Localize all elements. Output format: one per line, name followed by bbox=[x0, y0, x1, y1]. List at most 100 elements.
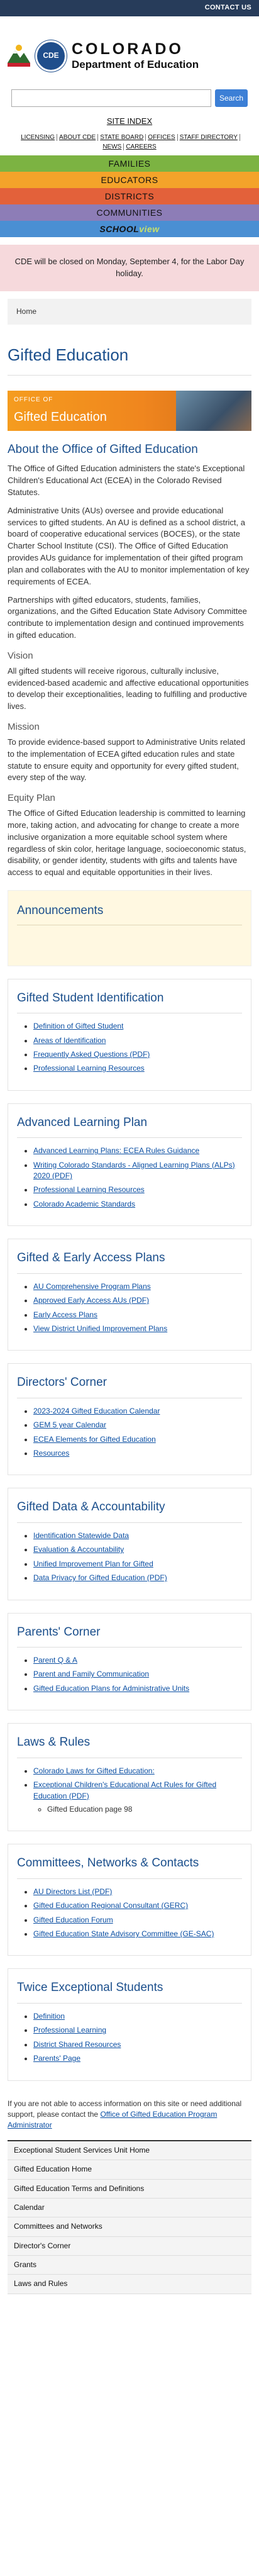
breadcrumb-home[interactable]: Home bbox=[16, 307, 36, 316]
link-resources[interactable]: Resources bbox=[33, 1449, 69, 1458]
office-banner: OFFICE OF Gifted Education bbox=[8, 390, 251, 431]
nav-schoolview[interactable]: SCHOOL view bbox=[0, 220, 259, 237]
link-plans-aus[interactable]: Gifted Education Plans for Administrativ… bbox=[33, 1684, 189, 1693]
closure-alert: CDE will be closed on Monday, September … bbox=[0, 244, 259, 291]
cde-badge-icon: CDE bbox=[35, 40, 67, 72]
utility-link-news[interactable]: NEWS bbox=[101, 143, 124, 150]
link-uip-gifted[interactable]: Unified Improvement Plan for Gifted bbox=[33, 1559, 153, 1568]
vision-heading: Vision bbox=[8, 650, 33, 661]
mission-heading: Mission bbox=[8, 722, 40, 733]
card-alp: Advanced Learning Plan Advanced Learning… bbox=[8, 1103, 251, 1227]
link-early-access-plans[interactable]: Early Access Plans bbox=[33, 1310, 97, 1319]
link-prof-learning[interactable]: Professional Learning Resources bbox=[33, 1185, 145, 1194]
section-nav-item[interactable]: Laws and Rules bbox=[8, 2275, 251, 2294]
logo-text: COLORADO Department of Education bbox=[72, 41, 199, 71]
site-index-link[interactable]: SITE INDEX bbox=[107, 116, 152, 126]
announcements-heading: Announcements bbox=[17, 902, 242, 925]
banner-photo bbox=[176, 390, 251, 431]
link-calendar[interactable]: 2023-2024 Gifted Education Calendar bbox=[33, 1407, 160, 1415]
section-nav-item[interactable]: Committees and Networks bbox=[8, 2217, 251, 2237]
link-2e-district-resources[interactable]: District Shared Resources bbox=[33, 2040, 121, 2049]
link-uip[interactable]: View District Unified Improvement Plans bbox=[33, 1324, 167, 1333]
card-directors: Directors' Corner 2023-2024 Gifted Educa… bbox=[8, 1363, 251, 1476]
contact-us-link[interactable]: CONTACT US bbox=[205, 3, 251, 13]
site-index: SITE INDEX bbox=[0, 116, 259, 128]
link-ecea-rules[interactable]: Exceptional Children's Educational Act R… bbox=[33, 1780, 216, 1800]
card-twice-exceptional: Twice Exceptional Students Definition Pr… bbox=[8, 1968, 251, 2081]
link-parent-qa[interactable]: Parent Q & A bbox=[33, 1656, 77, 1664]
nav-communities[interactable]: COMMUNITIES bbox=[0, 204, 259, 221]
card-title: Gifted Data & Accountability bbox=[17, 1498, 242, 1523]
section-nav-item[interactable]: Director's Corner bbox=[8, 2236, 251, 2256]
search-input[interactable] bbox=[11, 89, 211, 107]
link-gem-calendar[interactable]: GEM 5 year Calendar bbox=[33, 1420, 106, 1429]
site-logo[interactable]: CDE COLORADO Department of Education bbox=[0, 16, 259, 86]
card-data: Gifted Data & Accountability Identificat… bbox=[8, 1488, 251, 1600]
link-faq[interactable]: Frequently Asked Questions (PDF) bbox=[33, 1050, 150, 1059]
equity-heading: Equity Plan bbox=[8, 793, 55, 804]
search-button[interactable]: Search bbox=[215, 89, 248, 107]
card-title: Advanced Learning Plan bbox=[17, 1114, 242, 1139]
section-nav-item[interactable]: Gifted Education Home bbox=[8, 2160, 251, 2180]
section-nav-item[interactable]: Gifted Education Terms and Definitions bbox=[8, 2179, 251, 2199]
card-early-access: Gifted & Early Access Plans AU Comprehen… bbox=[8, 1239, 251, 1351]
link-definition[interactable]: Definition of Gifted Student bbox=[33, 1022, 123, 1030]
utility-links: LICENSING ABOUT CDE STATE BOARD OFFICES STAF… bbox=[10, 133, 249, 152]
link-alp-writing[interactable]: Writing Colorado Standards - Aligned Lea… bbox=[33, 1161, 235, 1180]
utility-link-state-board[interactable]: STATE BOARD bbox=[98, 133, 146, 141]
breadcrumb: Home bbox=[8, 298, 251, 325]
card-identification: Gifted Student Identification Definition… bbox=[8, 978, 251, 1091]
card-parents: Parents' Corner Parent Q & A Parent and … bbox=[8, 1612, 251, 1711]
banner-title: Gifted Education bbox=[14, 410, 107, 424]
link-co-laws[interactable]: Colorado Laws for Gifted Education: bbox=[33, 1766, 155, 1775]
link-gerc[interactable]: Gifted Education Regional Consultant (GE… bbox=[33, 1901, 188, 1910]
equity-text: The Office of Gifted Education leadershi… bbox=[8, 808, 246, 878]
banner-top: OFFICE OF bbox=[14, 396, 53, 403]
about-p1: The Office of Gifted Education administe… bbox=[8, 464, 245, 497]
nav-districts[interactable]: DISTRICTS bbox=[0, 187, 259, 204]
about-p3: Partnerships with gifted educators, stud… bbox=[8, 594, 247, 640]
utility-link-offices[interactable]: OFFICES bbox=[146, 133, 178, 141]
vision-text: All gifted students will receive rigorou… bbox=[8, 666, 249, 711]
section-nav-item[interactable]: Calendar bbox=[8, 2198, 251, 2218]
mission-text: To provide evidence-based support to Adm… bbox=[8, 737, 245, 783]
section-nav-item[interactable]: Grants bbox=[8, 2256, 251, 2275]
page-title: Gifted Education bbox=[8, 345, 129, 364]
about-section: About the Office of Gifted Education The… bbox=[0, 441, 259, 879]
card-title: Committees, Networks & Contacts bbox=[17, 1854, 242, 1879]
card-title: Laws & Rules bbox=[17, 1734, 242, 1758]
search-bar: Search bbox=[0, 89, 259, 107]
link-evaluation[interactable]: Evaluation & Accountability bbox=[33, 1545, 124, 1554]
link-data-privacy[interactable]: Data Privacy for Gifted Education (PDF) bbox=[33, 1573, 167, 1582]
link-2e-parents[interactable]: Parents' Page bbox=[33, 2054, 80, 2063]
nav-educators[interactable]: EDUCATORS bbox=[0, 171, 259, 188]
link-forum[interactable]: Gifted Education Forum bbox=[33, 1915, 113, 1924]
link-approved-aus[interactable]: Approved Early Access AUs (PDF) bbox=[33, 1296, 149, 1305]
link-alp-guidance[interactable]: Advanced Learning Plans: ECEA Rules Guid… bbox=[33, 1146, 199, 1155]
link-standards[interactable]: Colorado Academic Standards bbox=[33, 1200, 135, 1208]
link-ecea-elements[interactable]: ECEA Elements for Gifted Education bbox=[33, 1435, 156, 1444]
link-2e-prof-learning[interactable]: Professional Learning bbox=[33, 2026, 106, 2034]
divider bbox=[8, 374, 251, 376]
utility-link-licensing[interactable]: LICENSING bbox=[19, 133, 58, 141]
utility-link-about[interactable]: ABOUT CDE bbox=[57, 133, 99, 141]
section-nav-item[interactable]: Exceptional Student Services Unit Home bbox=[8, 2141, 251, 2161]
card-committees: Committees, Networks & Contacts AU Direc… bbox=[8, 1844, 251, 1956]
about-heading: About the Office of Gifted Education bbox=[8, 442, 198, 456]
nav-families[interactable]: FAMILIES bbox=[0, 155, 259, 172]
link-statewide-data[interactable]: Identification Statewide Data bbox=[33, 1531, 129, 1540]
link-gesac[interactable]: Gifted Education State Advisory Committe… bbox=[33, 1929, 214, 1938]
link-areas[interactable]: Areas of Identification bbox=[33, 1036, 106, 1045]
utility-link-careers[interactable]: CAREERS bbox=[124, 143, 158, 150]
link-2e-definition[interactable]: Definition bbox=[33, 2012, 65, 2021]
top-bar: CONTACT US bbox=[0, 0, 259, 16]
section-nav: Exceptional Student Services Unit Home G… bbox=[8, 2139, 251, 2294]
link-program-plans[interactable]: AU Comprehensive Program Plans bbox=[33, 1282, 151, 1291]
link-prof-learning[interactable]: Professional Learning Resources bbox=[33, 1064, 145, 1073]
card-laws: Laws & Rules Colorado Laws for Gifted Ed… bbox=[8, 1723, 251, 1832]
support-note: If you are not able to access informatio… bbox=[8, 2099, 251, 2131]
about-p2: Administrative Units (AUs) oversee and p… bbox=[8, 505, 250, 586]
utility-link-staff-directory[interactable]: STAFF DIRECTORY bbox=[177, 133, 240, 141]
link-au-directors[interactable]: AU Directors List (PDF) bbox=[33, 1887, 112, 1896]
link-family-comm[interactable]: Parent and Family Communication bbox=[33, 1670, 149, 1678]
